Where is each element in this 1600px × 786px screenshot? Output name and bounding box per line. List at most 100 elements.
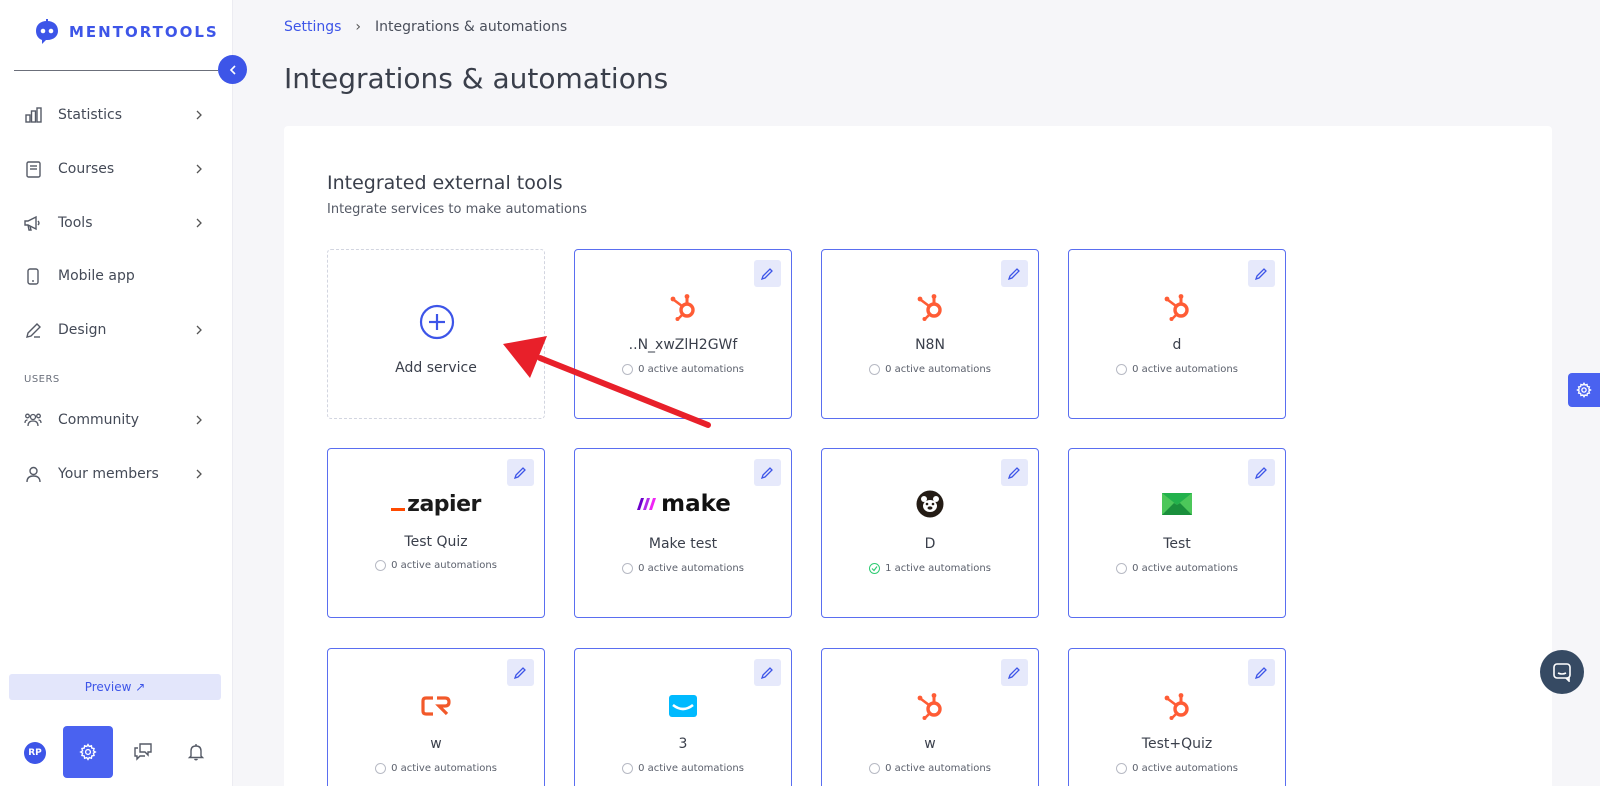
panel-title: Integrated external tools: [327, 172, 563, 194]
plus-circle-icon: [419, 304, 455, 340]
integration-card[interactable]: Test 0 active automations: [1068, 448, 1286, 618]
integration-card[interactable]: N8N 0 active automations: [821, 249, 1039, 419]
edit-button[interactable]: [754, 260, 781, 287]
mailerlite-logo-icon: [1069, 487, 1285, 521]
sidebar-divider: [14, 70, 218, 71]
edit-button[interactable]: [507, 659, 534, 686]
sidebar: MENTORTOOLS Statistics Courses Tools Mob…: [0, 0, 233, 786]
sidebar-item-design[interactable]: Design: [24, 315, 204, 345]
preview-button[interactable]: Preview ↗: [9, 674, 221, 700]
sidebar-item-your-members[interactable]: Your members: [24, 459, 204, 489]
integration-name: w: [430, 736, 442, 752]
make-logo-icon: make: [575, 487, 791, 521]
automation-status: 0 active automations: [575, 563, 791, 574]
status-text: 0 active automations: [391, 763, 497, 774]
integration-card[interactable]: 3 0 active automations: [574, 648, 792, 786]
megaphone-icon: [24, 214, 42, 232]
chat-icon: [134, 743, 152, 761]
hubspot-logo-icon: [822, 689, 1038, 723]
users-section-label: USERS: [24, 374, 60, 385]
edit-button[interactable]: [1001, 459, 1028, 486]
breadcrumb-current: Integrations & automations: [375, 19, 568, 35]
status-text: 0 active automations: [885, 763, 991, 774]
messages-button[interactable]: [131, 740, 155, 764]
edit-button[interactable]: [507, 459, 534, 486]
robot-logo-icon: [36, 19, 58, 44]
integration-name: D: [924, 536, 936, 552]
edit-button[interactable]: [1001, 260, 1028, 287]
floating-settings-button[interactable]: [1568, 373, 1600, 407]
sidebar-item-community[interactable]: Community: [24, 405, 204, 435]
integration-card[interactable]: d 0 active automations: [1068, 249, 1286, 419]
inactive-status-icon: [375, 763, 387, 774]
integration-card[interactable]: w 0 active automations: [327, 648, 545, 786]
integration-card[interactable]: Test+Quiz 0 active automations: [1068, 648, 1286, 786]
check-circle-icon: [869, 563, 881, 574]
status-text: 0 active automations: [638, 763, 744, 774]
integration-name: 3: [678, 736, 688, 752]
pencil-icon: [761, 467, 773, 479]
hubspot-logo-icon: [1069, 290, 1285, 324]
sidebar-item-label: Tools: [58, 215, 93, 231]
person-icon: [24, 465, 42, 483]
sidebar-item-courses[interactable]: Courses: [24, 154, 204, 184]
logo-text: MENTORTOOLS: [69, 23, 219, 41]
edit-button[interactable]: [1248, 459, 1275, 486]
inactive-status-icon: [622, 364, 634, 375]
settings-button[interactable]: [63, 726, 113, 778]
sidebar-item-label: Statistics: [58, 107, 122, 123]
pencil-icon: [24, 321, 42, 339]
integration-card[interactable]: D 1 active automations: [821, 448, 1039, 618]
integration-card[interactable]: w 0 active automations: [821, 648, 1039, 786]
automation-status: 0 active automations: [1069, 763, 1285, 774]
edit-button[interactable]: [1001, 659, 1028, 686]
chat-bubble-icon: [1553, 663, 1571, 682]
integration-card[interactable]: zapier Test Quiz 0 active automations: [327, 448, 545, 618]
inactive-status-icon: [375, 560, 387, 571]
edit-button[interactable]: [754, 659, 781, 686]
chevron-right-icon: [196, 325, 202, 335]
chevron-right-icon: [196, 415, 202, 425]
chevron-right-icon: [196, 218, 202, 228]
integration-card[interactable]: ..N_xwZlH2GWf 0 active automations: [574, 249, 792, 419]
gear-icon: [1576, 382, 1592, 398]
inactive-status-icon: [622, 763, 634, 774]
notifications-button[interactable]: [184, 740, 208, 764]
sidebar-item-label: Mobile app: [58, 268, 135, 284]
panel-subtitle: Integrate services to make automations: [327, 202, 587, 217]
integration-name: d: [1172, 337, 1182, 353]
edit-button[interactable]: [754, 459, 781, 486]
sidebar-item-label: Your members: [58, 466, 159, 482]
sidebar-item-tools[interactable]: Tools: [24, 208, 204, 238]
avatar[interactable]: RP: [24, 742, 46, 764]
zapier-logo-icon: zapier: [328, 487, 544, 521]
breadcrumb: Settings › Integrations & automations: [284, 19, 567, 35]
automation-status: 0 active automations: [822, 763, 1038, 774]
edit-button[interactable]: [1248, 260, 1275, 287]
book-icon: [24, 160, 42, 178]
automation-status: 0 active automations: [575, 763, 791, 774]
chevron-right-icon: [196, 469, 202, 479]
sidebar-item-label: Community: [58, 412, 140, 428]
sidebar-item-label: Courses: [58, 161, 115, 177]
breadcrumb-settings-link[interactable]: Settings: [284, 19, 341, 35]
sidebar-item-mobile-app[interactable]: Mobile app: [24, 261, 204, 291]
bar-chart-icon: [24, 106, 42, 124]
add-service-label: Add service: [395, 360, 477, 376]
support-chat-button[interactable]: [1540, 650, 1584, 694]
collapse-sidebar-button[interactable]: [218, 55, 247, 84]
sidebar-item-statistics[interactable]: Statistics: [24, 100, 204, 130]
add-service-card[interactable]: Add service: [327, 249, 545, 419]
chevron-right-icon: [196, 164, 202, 174]
mailchimp-logo-icon: [822, 487, 1038, 521]
automation-status: 0 active automations: [328, 763, 544, 774]
pencil-icon: [1255, 667, 1267, 679]
pencil-icon: [514, 667, 526, 679]
chevron-right-icon: [196, 110, 202, 120]
status-text: 0 active automations: [638, 563, 744, 574]
automation-status: 0 active automations: [822, 364, 1038, 375]
app-logo[interactable]: MENTORTOOLS: [33, 18, 219, 46]
integration-name: ..N_xwZlH2GWf: [628, 337, 738, 353]
edit-button[interactable]: [1248, 659, 1275, 686]
integration-card[interactable]: make Make test 0 active automations: [574, 448, 792, 618]
